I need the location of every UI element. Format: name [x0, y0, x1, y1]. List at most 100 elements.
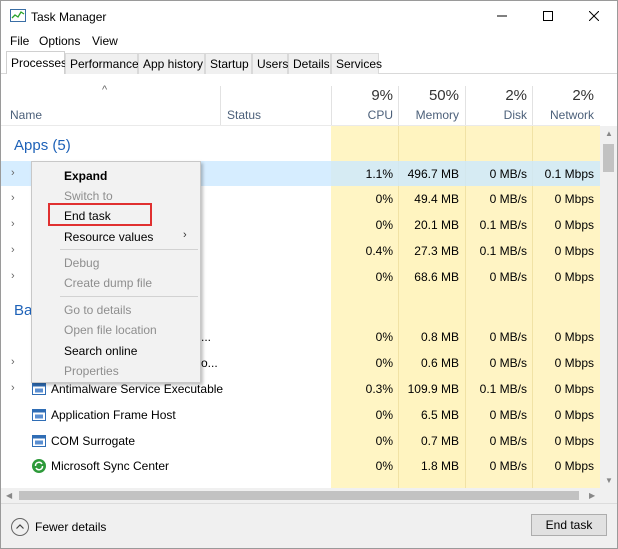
tab-processes[interactable]: Processes [6, 51, 67, 75]
submenu-arrow-icon: › [183, 229, 187, 241]
cpu-total[interactable]: 9% [331, 87, 393, 104]
expand-chevron-icon[interactable]: › [11, 382, 21, 394]
maximize-button[interactable] [525, 1, 571, 31]
memory-cell: 68.6 MB [414, 270, 459, 284]
scroll-down-icon[interactable]: ▼ [605, 476, 613, 485]
menu-item-go-to-details: Go to details [64, 303, 132, 317]
menu-separator [60, 249, 198, 250]
cpu-cell: 0% [375, 408, 393, 422]
chevron-up-circle-icon[interactable] [11, 518, 29, 536]
tab-bar: Processes Performance App history Startu… [1, 51, 617, 75]
tab-performance[interactable]: Performance [65, 53, 139, 74]
disk-total[interactable]: 2% [465, 87, 527, 104]
tab-startup[interactable]: Startup [205, 53, 252, 74]
vertical-scrollbar[interactable]: ▲ ▼ [600, 126, 617, 488]
network-cell: 0 Mbps [554, 218, 594, 232]
fewer-details-link[interactable]: Fewer details [35, 520, 106, 534]
task-manager-window: Task Manager File Options View Processes… [0, 0, 618, 549]
close-button[interactable] [571, 1, 617, 31]
end-task-button[interactable]: End task [531, 514, 607, 536]
scroll-left-icon[interactable]: ◀ [6, 491, 12, 500]
memory-cell: 27.3 MB [414, 244, 459, 258]
expand-chevron-icon[interactable]: › [11, 192, 21, 204]
process-name: Microsoft Sync Center [51, 459, 170, 473]
menu-view[interactable]: View [92, 34, 118, 48]
task-manager-icon [10, 9, 26, 22]
menu-item-properties: Properties [64, 364, 119, 378]
tab-users[interactable]: Users [252, 53, 288, 74]
memory-cell: 0.8 MB [420, 330, 459, 344]
expand-chevron-icon[interactable]: › [11, 356, 21, 368]
network-cell: 0 Mbps [554, 408, 594, 422]
scroll-thumb[interactable] [603, 144, 614, 172]
network-cell: 0 Mbps [554, 459, 594, 473]
horizontal-scrollbar[interactable]: ◀ ▶ [1, 488, 600, 503]
menu-options[interactable]: Options [39, 34, 80, 48]
cpu-cell: 0% [375, 434, 393, 448]
maximize-icon [543, 11, 553, 21]
process-window-icon [32, 383, 46, 395]
menu-item-debug: Debug [64, 256, 100, 270]
disk-cell: 0 MB/s [489, 356, 527, 370]
table-row[interactable]: COM Surrogate 0% 0.7 MB 0 MB/s 0 Mbps [1, 428, 600, 453]
scroll-right-icon[interactable]: ▶ [589, 491, 595, 500]
memory-cell: 0.7 MB [420, 434, 459, 448]
sort-up-icon: ^ [102, 84, 108, 96]
memory-cell: 49.4 MB [414, 192, 459, 206]
tab-services[interactable]: Services [331, 53, 382, 74]
cpu-cell: 1.1% [365, 167, 393, 181]
scroll-up-icon[interactable]: ▲ [605, 129, 613, 138]
minimize-icon [497, 15, 507, 17]
tab-app-history[interactable]: App history [138, 53, 205, 74]
minimize-button[interactable] [479, 1, 525, 31]
menu-item-switch-to: Switch to [64, 189, 113, 203]
menu-item-expand[interactable]: Expand [64, 169, 107, 183]
column-divider[interactable] [220, 86, 221, 126]
scroll-corner [600, 488, 617, 503]
cpu-cell: 0% [375, 192, 393, 206]
context-menu: Expand Switch to End task Resource value… [31, 161, 201, 383]
process-name: Application Frame Host [51, 408, 176, 422]
column-status[interactable]: Status [227, 108, 261, 122]
scroll-thumb[interactable] [19, 491, 579, 500]
table-row[interactable]: Application Frame Host 0% 6.5 MB 0 MB/s … [1, 402, 600, 427]
menu-item-search-online[interactable]: Search online [64, 344, 137, 358]
expand-chevron-icon[interactable]: › [11, 218, 21, 230]
cpu-cell: 0% [375, 459, 393, 473]
disk-cell: 0.1 MB/s [479, 382, 527, 396]
memory-cell: 1.8 MB [420, 459, 459, 473]
column-memory[interactable]: Memory [398, 108, 459, 122]
menu-item-resource-values[interactable]: Resource values [64, 230, 153, 244]
network-total[interactable]: 2% [532, 87, 594, 104]
memory-cell: 0.6 MB [420, 356, 459, 370]
network-cell: 0 Mbps [554, 330, 594, 344]
disk-cell: 0.1 MB/s [479, 218, 527, 232]
network-cell: 0 Mbps [554, 382, 594, 396]
disk-cell: 0 MB/s [489, 270, 527, 284]
column-cpu[interactable]: CPU [331, 108, 393, 122]
process-name: Antimalware Service Executable [51, 382, 224, 396]
memory-cell: 20.1 MB [414, 218, 459, 232]
expand-chevron-icon[interactable]: › [11, 270, 21, 282]
tab-details[interactable]: Details [288, 53, 331, 74]
menu-file[interactable]: File [10, 34, 29, 48]
cpu-cell: 0.3% [365, 382, 393, 396]
cpu-cell: 0% [375, 330, 393, 344]
memory-cell: 6.5 MB [420, 408, 459, 422]
column-name[interactable]: Name [10, 108, 42, 122]
column-network[interactable]: Network [532, 108, 594, 122]
network-cell: 0 Mbps [554, 434, 594, 448]
expand-chevron-icon[interactable]: › [11, 167, 21, 179]
column-header: ^ Name Status 9% CPU 50% Memory 2% Disk … [1, 74, 600, 126]
expand-chevron-icon[interactable]: › [11, 244, 21, 256]
close-icon [589, 11, 599, 21]
process-window-icon [32, 435, 46, 447]
cpu-cell: 0.4% [365, 244, 393, 258]
group-header-apps: Apps (5) [14, 137, 71, 154]
menu-separator [60, 296, 198, 297]
table-row[interactable]: Microsoft Sync Center 0% 1.8 MB 0 MB/s 0… [1, 453, 600, 478]
memory-total[interactable]: 50% [398, 87, 459, 104]
title-bar: Task Manager [1, 1, 617, 31]
column-disk[interactable]: Disk [465, 108, 527, 122]
end-task-highlight [48, 203, 152, 226]
